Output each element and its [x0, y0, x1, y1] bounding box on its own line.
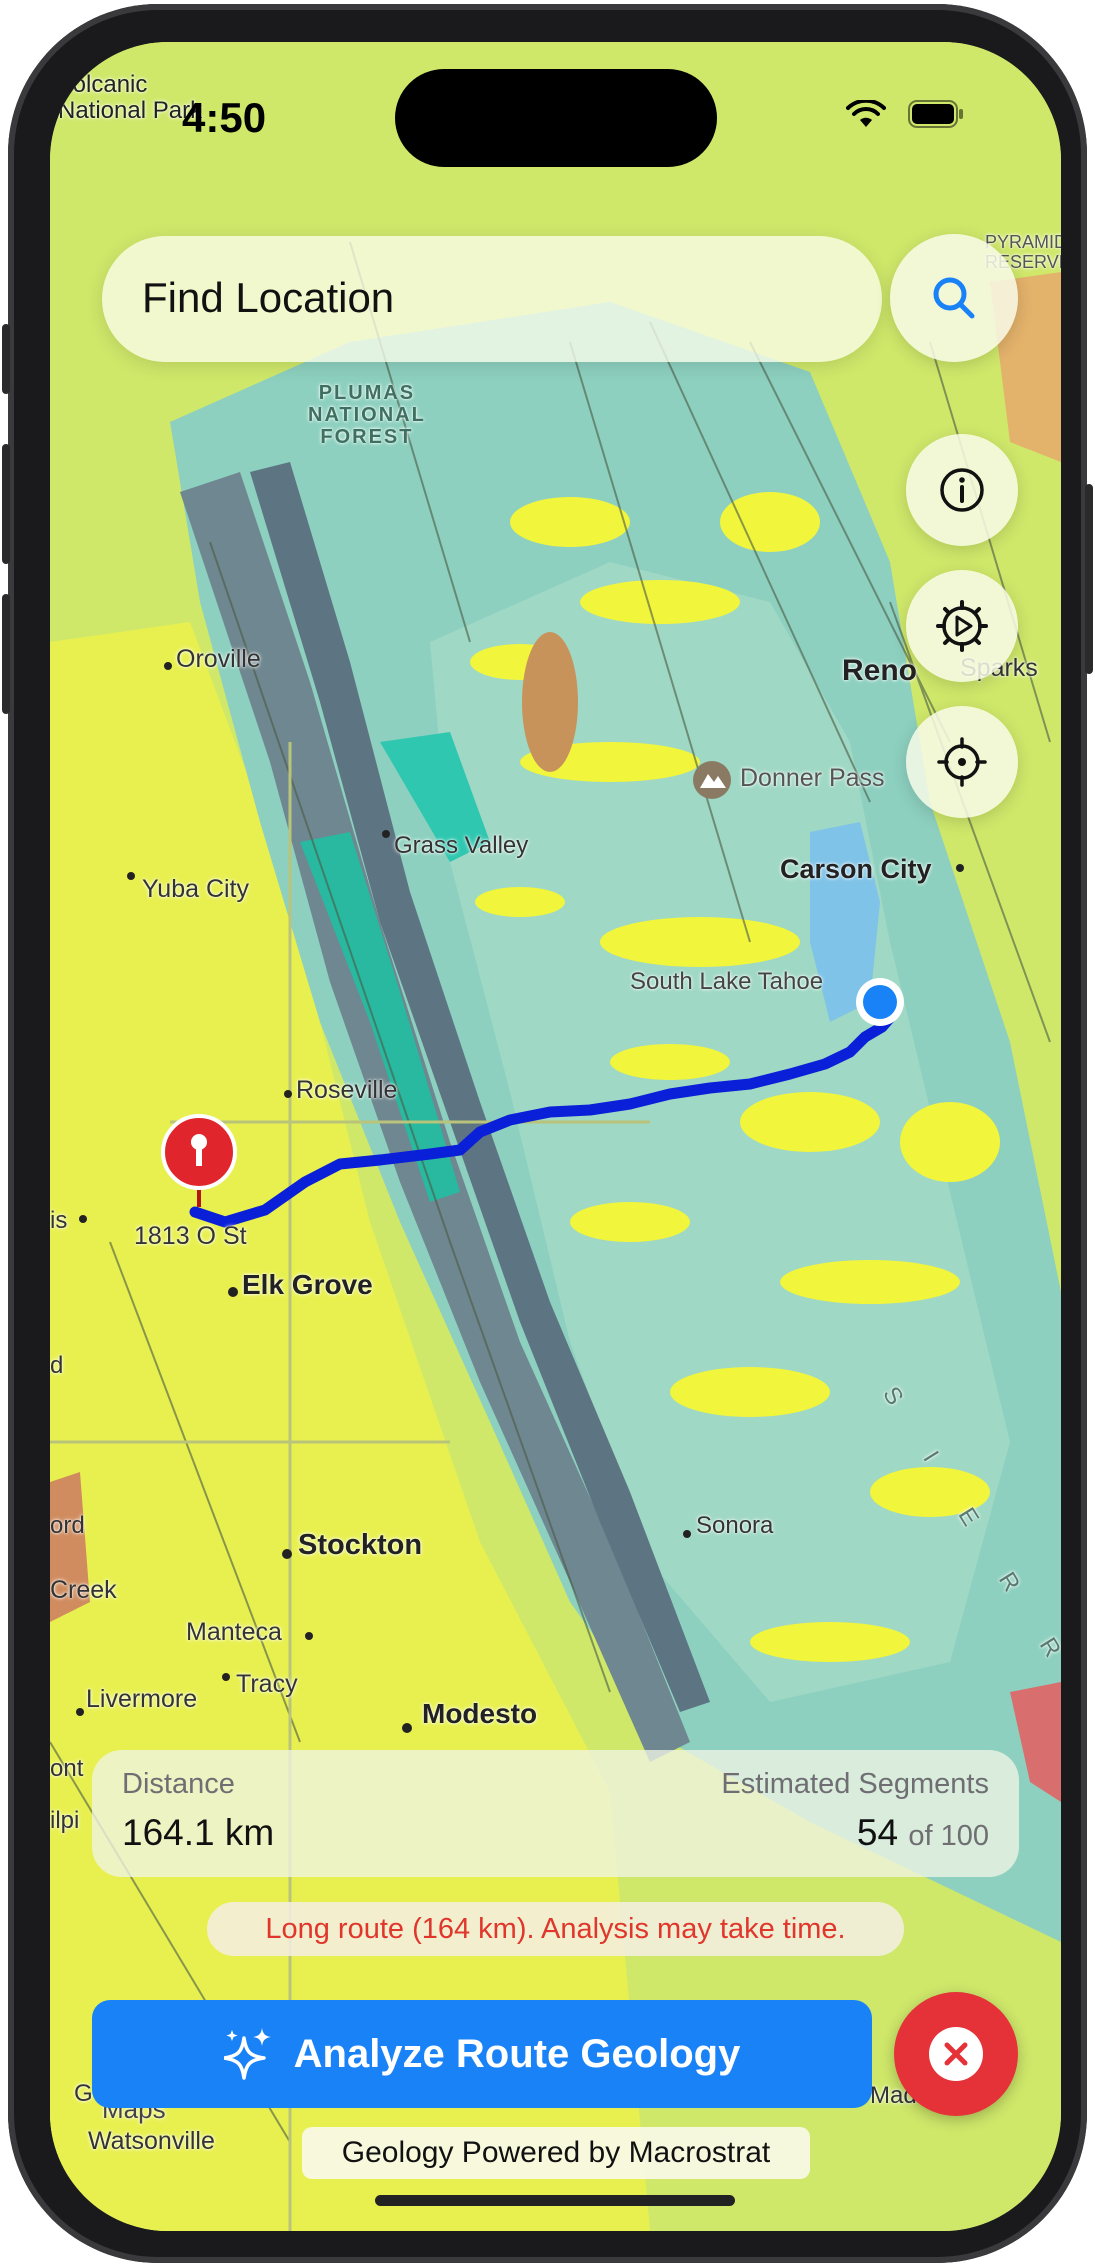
info-button[interactable]: [906, 434, 1018, 546]
segments-count: 54 of 100: [857, 1812, 989, 1854]
mute-switch: [2, 324, 10, 394]
map-label-address: 1813 O St: [134, 1222, 247, 1250]
map-label-left-ont: ont: [50, 1755, 84, 1782]
long-route-warning: Long route (164 km). Analysis may take t…: [207, 1902, 904, 1956]
map-label-creek: Creek: [50, 1576, 117, 1604]
gear-play-icon: [936, 600, 988, 652]
locate-button[interactable]: [906, 706, 1018, 818]
search-icon: [933, 277, 975, 319]
sparkles-icon: [223, 2028, 271, 2080]
map-label-yuba: Yuba City: [142, 875, 250, 903]
battery-icon: [908, 100, 963, 128]
search-placeholder: Find Location: [142, 274, 395, 321]
map-label-stockton: Stockton: [298, 1529, 423, 1561]
map-label-left-d: d: [50, 1352, 64, 1379]
segments-value: 54: [856, 1812, 899, 1853]
map-label-left-is: is: [50, 1207, 68, 1234]
distance-label: Distance: [122, 1768, 235, 1800]
map-label-south-lake-tahoe: South Lake Tahoe: [630, 968, 824, 995]
distance-value: 164.1 km: [122, 1812, 275, 1853]
home-indicator[interactable]: [375, 2195, 735, 2206]
map-label-sonora: Sonora: [696, 1512, 774, 1539]
dynamic-island: [395, 69, 717, 167]
map-label-modesto: Modesto: [422, 1698, 538, 1729]
macrostrat-attribution[interactable]: Geology Powered by Macrostrat: [302, 2127, 810, 2179]
segments-label: Estimated Segments: [721, 1768, 989, 1800]
map-label-manteca: Manteca: [186, 1618, 282, 1646]
settings-button[interactable]: [906, 570, 1018, 682]
map-label-grass-valley: Grass Valley: [394, 832, 529, 859]
search-button[interactable]: [890, 234, 1018, 362]
map-label-watsonville: Watsonville: [88, 2127, 215, 2155]
map-label-livermore: Livermore: [86, 1685, 198, 1713]
analyze-route-label: Analyze Route Geology: [293, 2031, 741, 2076]
map-label-tracy: Tracy: [236, 1670, 298, 1698]
map-label-carson: Carson City: [780, 854, 932, 884]
map-label-left-ilpi: ilpi: [50, 1807, 80, 1834]
volume-down-button: [2, 594, 10, 714]
analyze-route-button[interactable]: Analyze Route Geology: [92, 2000, 872, 2108]
map-label-elk-grove: Elk Grove: [242, 1269, 373, 1300]
screen: Volcanic National Park PLUMAS NATIONAL F…: [50, 42, 1061, 2231]
crosshair-icon: [937, 737, 987, 787]
wifi-icon: [846, 100, 886, 127]
map-label-reno: Reno: [842, 654, 917, 687]
search-input[interactable]: Find Location: [102, 236, 882, 362]
phone-frame: Volcanic National Park PLUMAS NATIONAL F…: [2, 4, 1093, 2263]
map-label-left-g: G: [74, 2080, 93, 2107]
map-label-roseville: Roseville: [296, 1076, 398, 1104]
map-label-volcanic-park: Volcanic National Park: [58, 71, 203, 124]
map-label-plumas: PLUMAS NATIONAL FOREST: [308, 382, 426, 448]
power-button: [1085, 484, 1093, 674]
volume-up-button: [2, 444, 10, 564]
close-icon: [929, 2027, 983, 2081]
map-label-left-ord: ord: [50, 1512, 85, 1539]
route-stats-panel: Distance 164.1 km Estimated Segments 54 …: [92, 1750, 1019, 1877]
info-icon: [940, 468, 984, 512]
segments-total: of 100: [908, 1820, 989, 1852]
status-time: 4:50: [182, 94, 267, 141]
map-label-donner: Donner Pass: [740, 764, 885, 792]
cancel-route-button[interactable]: [894, 1992, 1018, 2116]
map-label-oroville: Oroville: [176, 645, 261, 673]
